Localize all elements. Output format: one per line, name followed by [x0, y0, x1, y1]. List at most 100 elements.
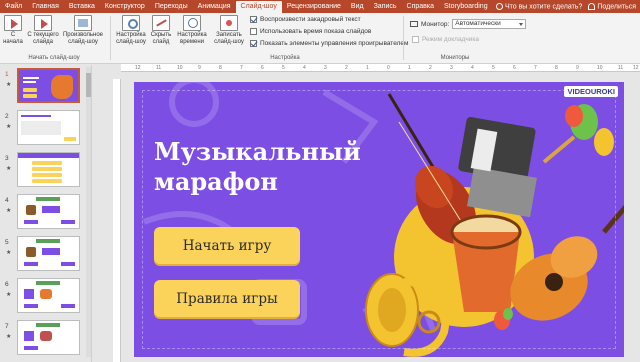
tab-file[interactable]: Файл — [0, 1, 27, 13]
ruler-tick: 12 — [135, 65, 141, 71]
game-rules-button[interactable]: Правила игры — [154, 280, 300, 317]
thumb-image-mark — [40, 289, 52, 299]
tab-help[interactable]: Справка — [402, 1, 439, 13]
thumb-button-mark — [64, 137, 76, 141]
share-label: Поделиться — [597, 3, 636, 11]
monitor-select-value: Автоматически — [455, 20, 501, 27]
slide-thumbnail-1[interactable] — [17, 68, 80, 103]
animation-star-icon: ★ — [6, 124, 12, 130]
thumb-header-bar — [18, 153, 79, 158]
slide-thumbnail-3[interactable] — [17, 152, 80, 187]
animation-star-icon: ★ — [6, 208, 12, 214]
ruler-tick: 4 — [303, 65, 306, 71]
thumb-title-mark — [23, 77, 39, 79]
ruler-tick: 11 — [618, 65, 624, 71]
start-game-button[interactable]: Начать игру — [154, 227, 300, 264]
custom-show-button[interactable]: Произвольное слайд-шоу — [61, 15, 105, 46]
thumb-button-mark — [24, 304, 38, 308]
ruler-tick: 1 — [408, 65, 411, 71]
ruler-tick: 3 — [324, 65, 327, 71]
animation-star-icon: ★ — [6, 334, 12, 340]
videouroki-logo: VIDEOUROKI — [564, 86, 618, 97]
animation-star-icon: ★ — [6, 82, 12, 88]
use-timings-checkbox[interactable]: Использовать время показа слайдов — [250, 28, 371, 35]
tab-animation[interactable]: Анимация — [193, 1, 236, 13]
show-media-controls-checkbox[interactable]: Показать элементы управления проигрывате… — [250, 40, 408, 47]
slide-thumbnail-4[interactable] — [17, 194, 80, 229]
slide-thumbnail-2[interactable] — [17, 110, 80, 145]
thumbnails-scrollbar[interactable] — [86, 67, 91, 357]
thumb-number: 2 — [5, 113, 9, 120]
thumb-number: 5 — [5, 239, 9, 246]
slide-thumbnail-7[interactable] — [17, 320, 80, 355]
thumb-instruments-image — [51, 75, 73, 99]
horizontal-ruler: 12 11 10 9 8 7 6 5 4 3 2 1 0 1 2 3 4 5 6… — [121, 64, 640, 72]
group-label-monitors: Мониторы — [440, 55, 470, 61]
tab-insert[interactable]: Вставка — [64, 1, 100, 13]
tell-me-box[interactable]: Что вы хотите сделать? — [495, 2, 582, 10]
thumb-button-mark — [61, 304, 75, 308]
ruler-tick: 10 — [177, 65, 183, 71]
from-beginning-button[interactable]: С начала — [2, 15, 24, 46]
thumb-number: 1 — [5, 71, 9, 78]
chevron-down-icon — [519, 23, 524, 26]
scrollbar-thumb[interactable] — [86, 73, 91, 97]
ruler-tick: 12 — [633, 65, 639, 71]
use-timings-label: Использовать время показа слайдов — [260, 28, 372, 35]
tab-design[interactable]: Конструктор — [100, 1, 150, 13]
tab-storyboarding[interactable]: Storyboarding — [439, 1, 493, 13]
thumb-header-bar — [36, 281, 60, 285]
thumb-letter-mark — [24, 289, 34, 299]
monitor-row: Монитор: Автоматически — [410, 19, 527, 29]
tab-home[interactable]: Главная — [27, 1, 64, 13]
ruler-tick: 4 — [471, 65, 474, 71]
slide-thumbnail-5[interactable] — [17, 236, 80, 271]
record-slideshow-button[interactable]: Записать слайд-шоу — [211, 15, 247, 46]
ribbon-tabbar: Файл Главная Вставка Конструктор Переход… — [0, 0, 640, 13]
record-icon — [220, 15, 238, 31]
tab-slideshow[interactable]: Слайд-шоу — [235, 1, 282, 13]
play-narrations-checkbox[interactable]: Воспроизвести закадровый текст — [250, 16, 361, 23]
from-beginning-label: С начала — [3, 32, 23, 45]
share-button[interactable]: Поделиться — [588, 2, 636, 11]
setup-icon — [122, 15, 140, 31]
setup-slideshow-button[interactable]: Настройка слайд-шоу — [114, 15, 148, 46]
thumb-image-mark — [26, 205, 36, 215]
person-icon — [588, 2, 596, 10]
slide-canvas[interactable]: VIDEOUROKI Музыкальный марафон Начать иг… — [134, 82, 624, 357]
ruler-tick: 1 — [366, 65, 369, 71]
thumb-text-mark — [21, 115, 51, 117]
tab-transitions[interactable]: Переходы — [150, 1, 193, 13]
presenter-view-label: Режим докладчика — [422, 36, 479, 43]
slide-thumbnails-pane: 1 ★ 2 ★ 3 ★ 4 ★ 5 ★ 6 ★ 7 ★ — [0, 65, 92, 362]
hide-slide-button[interactable]: Скрыть слайд — [149, 15, 173, 46]
show-media-controls-label: Показать элементы управления проигрывате… — [260, 40, 409, 47]
rehearse-timings-button[interactable]: Настройка времени — [176, 15, 208, 46]
presenter-view-checkbox[interactable]: Режим докладчика — [412, 36, 479, 43]
play-narrations-label: Воспроизвести закадровый текст — [260, 16, 361, 23]
thumb-button-mark — [32, 167, 62, 171]
slide-thumbnail-6[interactable] — [17, 278, 80, 313]
slide-title[interactable]: Музыкальный марафон — [154, 137, 361, 197]
animation-star-icon: ★ — [6, 292, 12, 298]
ruler-tick: 6 — [261, 65, 264, 71]
from-current-button[interactable]: С текущего слайда — [26, 15, 60, 46]
thumb-button-mark — [61, 262, 75, 266]
tab-record[interactable]: Запись — [369, 1, 402, 13]
vertical-ruler — [113, 79, 121, 362]
setup-slideshow-label: Настройка слайд-шоу — [116, 32, 146, 45]
thumb-number: 7 — [5, 323, 9, 330]
thumb-text-mark — [42, 206, 60, 213]
custom-show-label: Произвольное слайд-шоу — [62, 32, 104, 45]
animation-star-icon: ★ — [6, 250, 12, 256]
ruler-tick: 3 — [450, 65, 453, 71]
monitor-select[interactable]: Автоматически — [452, 19, 527, 29]
monitor-icon — [410, 21, 418, 27]
group-label-start: Начать слайд-шоу — [28, 55, 80, 61]
thumb-letter-mark — [24, 331, 34, 341]
slides-icon — [74, 15, 92, 31]
tab-view[interactable]: Вид — [346, 1, 369, 13]
ruler-tick: 11 — [156, 65, 162, 71]
ruler-tick: 5 — [492, 65, 495, 71]
tab-review[interactable]: Рецензирование — [282, 1, 346, 13]
